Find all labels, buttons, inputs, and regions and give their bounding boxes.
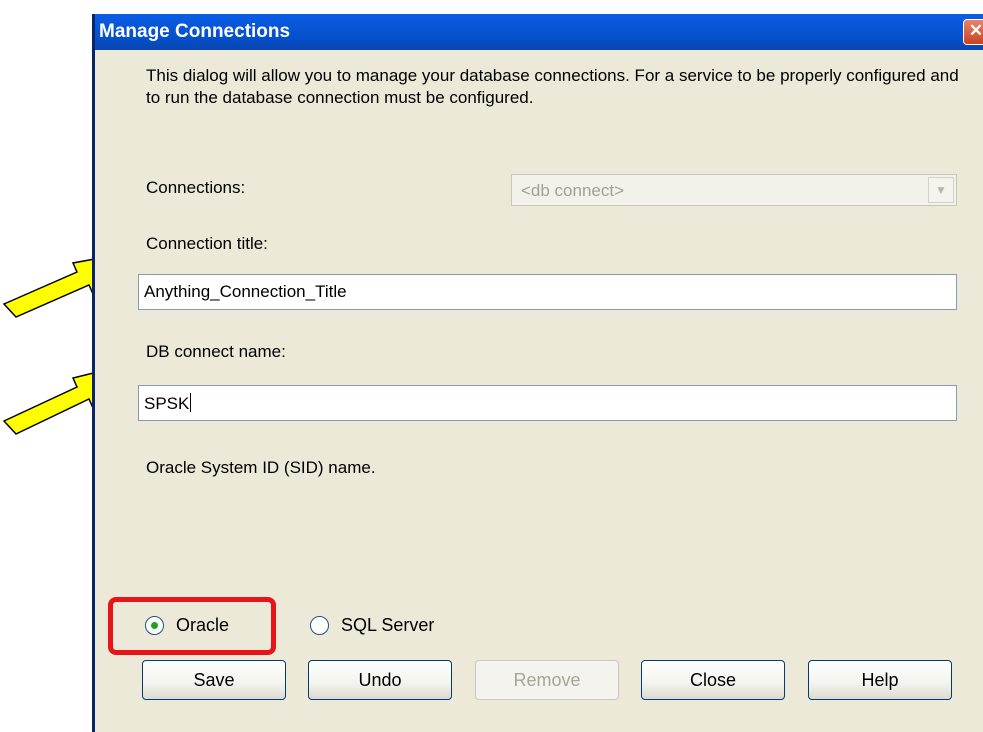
close-button[interactable]: Close xyxy=(641,660,785,700)
connection-title-input[interactable]: Anything_Connection_Title xyxy=(138,274,957,310)
chevron-down-icon: ▼ xyxy=(928,177,954,203)
connection-title-label: Connection title: xyxy=(146,234,268,253)
connections-select: <db connect> ▼ xyxy=(511,174,957,206)
oracle-highlight-box xyxy=(108,597,276,655)
close-window-button[interactable]: ✕ xyxy=(963,19,983,45)
db-connect-name-value: SPSK xyxy=(144,394,190,413)
title-bar[interactable]: Manage Connections ✕ xyxy=(95,14,983,50)
dialog-title: Manage Connections xyxy=(99,21,291,42)
radio-unselected-icon xyxy=(310,615,329,635)
radio-sql-server[interactable]: SQL Server xyxy=(310,610,434,640)
help-button[interactable]: Help xyxy=(808,660,952,700)
connections-label: Connections: xyxy=(146,178,246,197)
undo-button[interactable]: Undo xyxy=(308,660,452,700)
db-connect-name-input[interactable]: SPSK xyxy=(138,385,957,421)
radio-sql-server-label: SQL Server xyxy=(341,614,435,635)
connections-select-value: <db connect> xyxy=(521,181,625,200)
text-caret xyxy=(190,393,192,412)
sid-hint-text: Oracle System ID (SID) name. xyxy=(146,458,376,477)
close-icon: ✕ xyxy=(968,21,983,40)
db-connect-name-label: DB connect name: xyxy=(146,342,286,361)
remove-button[interactable]: Remove xyxy=(475,660,619,700)
connection-title-value: Anything_Connection_Title xyxy=(144,282,347,301)
intro-text: This dialog will allow you to manage you… xyxy=(146,66,959,107)
save-button[interactable]: Save xyxy=(142,660,286,700)
